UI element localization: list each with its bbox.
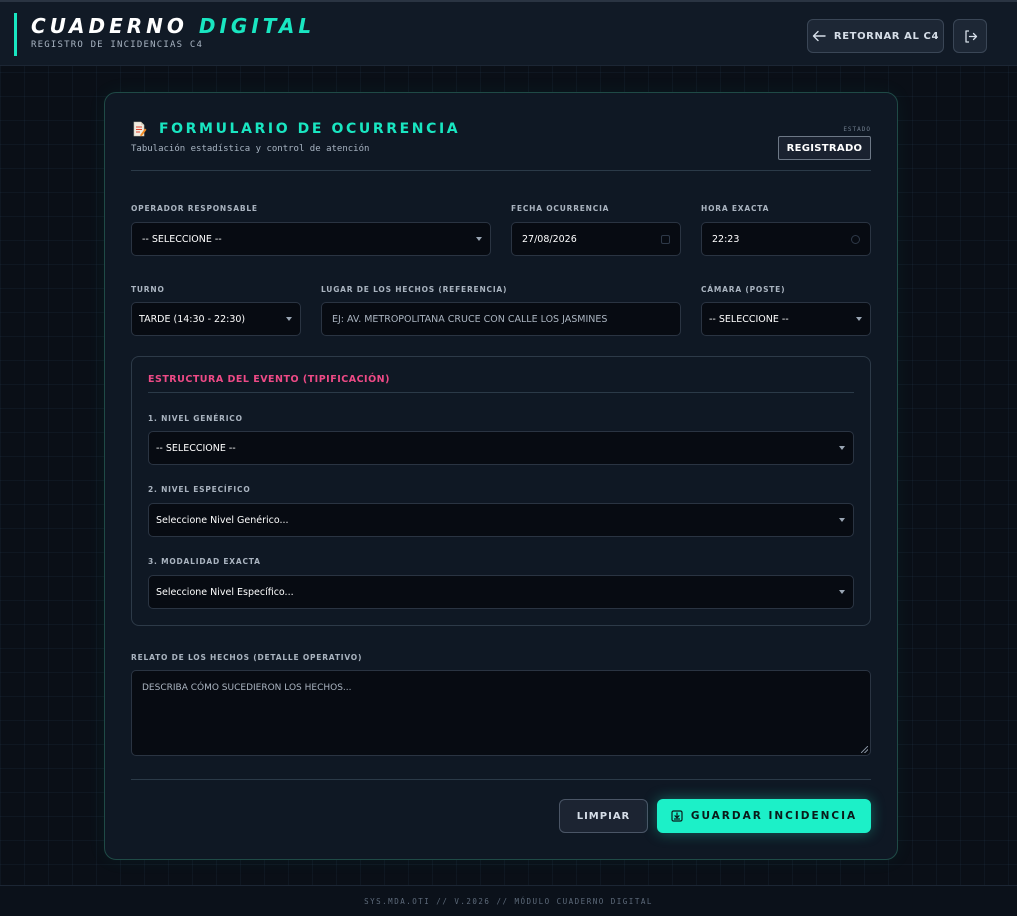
camara-label: CÁMARA (POSTE) <box>701 285 786 294</box>
nivel-generico-value: -- SELECCIONE -- <box>156 442 236 454</box>
operador-select-value: -- SELECCIONE -- <box>142 233 222 245</box>
app-title-accent: DIGITAL <box>198 14 316 38</box>
header-divider <box>131 170 871 171</box>
modalidad-value: Seleccione Nivel Específico... <box>156 586 294 598</box>
chevron-down-icon <box>476 237 482 241</box>
camara-select[interactable]: -- SELECCIONE -- <box>701 302 871 336</box>
hora-label: HORA EXACTA <box>701 204 770 213</box>
fecha-input[interactable]: 27/08/2026 <box>511 222 681 256</box>
app-title: CUADERNO DIGITAL <box>31 13 315 39</box>
return-button[interactable]: RETORNAR AL C4 <box>807 19 944 53</box>
save-incident-button[interactable]: GUARDAR INCIDENCIA <box>657 799 871 833</box>
relato-textarea[interactable]: DESCRIBA CÓMO SUCEDIERON LOS HECHOS... <box>131 670 871 756</box>
form-title-text: FORMULARIO DE OCURRENCIA <box>159 121 461 137</box>
arrow-left-icon <box>812 30 826 42</box>
section-divider <box>148 392 854 393</box>
app-subtitle: REGISTRO DE INCIDENCIAS C4 <box>31 40 204 50</box>
nivel-generico-select[interactable]: -- SELECCIONE -- <box>148 431 854 465</box>
turno-select[interactable]: TARDE (14:30 - 22:30) <box>131 302 301 336</box>
incident-form-card: FORMULARIO DE OCURRENCIA Tabulación esta… <box>104 92 898 860</box>
nivel-especifico-select[interactable]: Seleccione Nivel Genérico... <box>148 503 854 537</box>
lugar-input[interactable]: EJ: AV. METROPOLITANA CRUCE CON CALLE LO… <box>321 302 681 336</box>
return-button-label: RETORNAR AL C4 <box>833 30 940 42</box>
relato-placeholder: DESCRIBA CÓMO SUCEDIERON LOS HECHOS... <box>142 683 352 693</box>
event-structure-title: ESTRUCTURA DEL EVENTO (TIPIFICACIÓN) <box>148 374 390 385</box>
status-badge: REGISTRADO <box>778 136 871 160</box>
fecha-input-value: 27/08/2026 <box>522 233 577 245</box>
chevron-down-icon <box>839 446 845 450</box>
clear-button[interactable]: LIMPIAR <box>559 799 648 833</box>
hora-input-value: 22:23 <box>712 233 740 245</box>
lugar-input-placeholder: EJ: AV. METROPOLITANA CRUCE CON CALLE LO… <box>332 313 608 325</box>
turno-label: TURNO <box>131 285 165 294</box>
camara-select-value: -- SELECCIONE -- <box>709 313 789 325</box>
turno-select-value: TARDE (14:30 - 22:30) <box>139 313 246 325</box>
relato-label: RELATO DE LOS HECHOS (DETALLE OPERATIVO) <box>131 653 363 662</box>
form-title: FORMULARIO DE OCURRENCIA <box>131 121 460 137</box>
footer-text: SYS.MDA.OTI // V.2026 // MÓDULO CUADERNO… <box>364 896 653 906</box>
footer-divider <box>131 779 871 780</box>
memo-icon <box>133 121 147 137</box>
chevron-down-icon <box>856 317 862 321</box>
lugar-label: LUGAR DE LOS HECHOS (REFERENCIA) <box>321 285 508 294</box>
nivel-generico-label: 1. NIVEL GENÉRICO <box>148 414 243 423</box>
calendar-icon[interactable] <box>661 235 670 244</box>
resize-handle-icon[interactable] <box>861 746 868 753</box>
clock-icon[interactable] <box>851 235 860 244</box>
event-structure-section: ESTRUCTURA DEL EVENTO (TIPIFICACIÓN) 1. … <box>131 356 871 626</box>
state-label: ESTADO <box>843 126 871 133</box>
save-button-label: GUARDAR INCIDENCIA <box>690 810 858 822</box>
fecha-label: FECHA OCURRENCIA <box>511 204 610 213</box>
chevron-down-icon <box>286 317 292 321</box>
nivel-especifico-value: Seleccione Nivel Genérico... <box>156 514 289 526</box>
footer: SYS.MDA.OTI // V.2026 // MÓDULO CUADERNO… <box>0 885 1017 916</box>
chevron-down-icon <box>839 590 845 594</box>
nivel-especifico-label: 2. NIVEL ESPECÍFICO <box>148 485 251 494</box>
logout-button[interactable] <box>953 19 987 53</box>
operador-select[interactable]: -- SELECCIONE -- <box>131 222 491 256</box>
operador-label: OPERADOR RESPONSABLE <box>131 204 258 213</box>
modalidad-select[interactable]: Seleccione Nivel Específico... <box>148 575 854 609</box>
clear-button-label: LIMPIAR <box>576 810 631 822</box>
modalidad-label: 3. MODALIDAD EXACTA <box>148 557 261 566</box>
top-bar: CUADERNO DIGITAL REGISTRO DE INCIDENCIAS… <box>0 0 1017 66</box>
app-title-main: CUADERNO <box>31 14 188 38</box>
form-subtitle: Tabulación estadística y control de aten… <box>131 144 370 154</box>
chevron-down-icon <box>839 518 845 522</box>
brand: CUADERNO DIGITAL REGISTRO DE INCIDENCIAS… <box>14 13 315 56</box>
save-icon <box>671 810 683 822</box>
logout-icon <box>964 29 977 43</box>
hora-input[interactable]: 22:23 <box>701 222 871 256</box>
